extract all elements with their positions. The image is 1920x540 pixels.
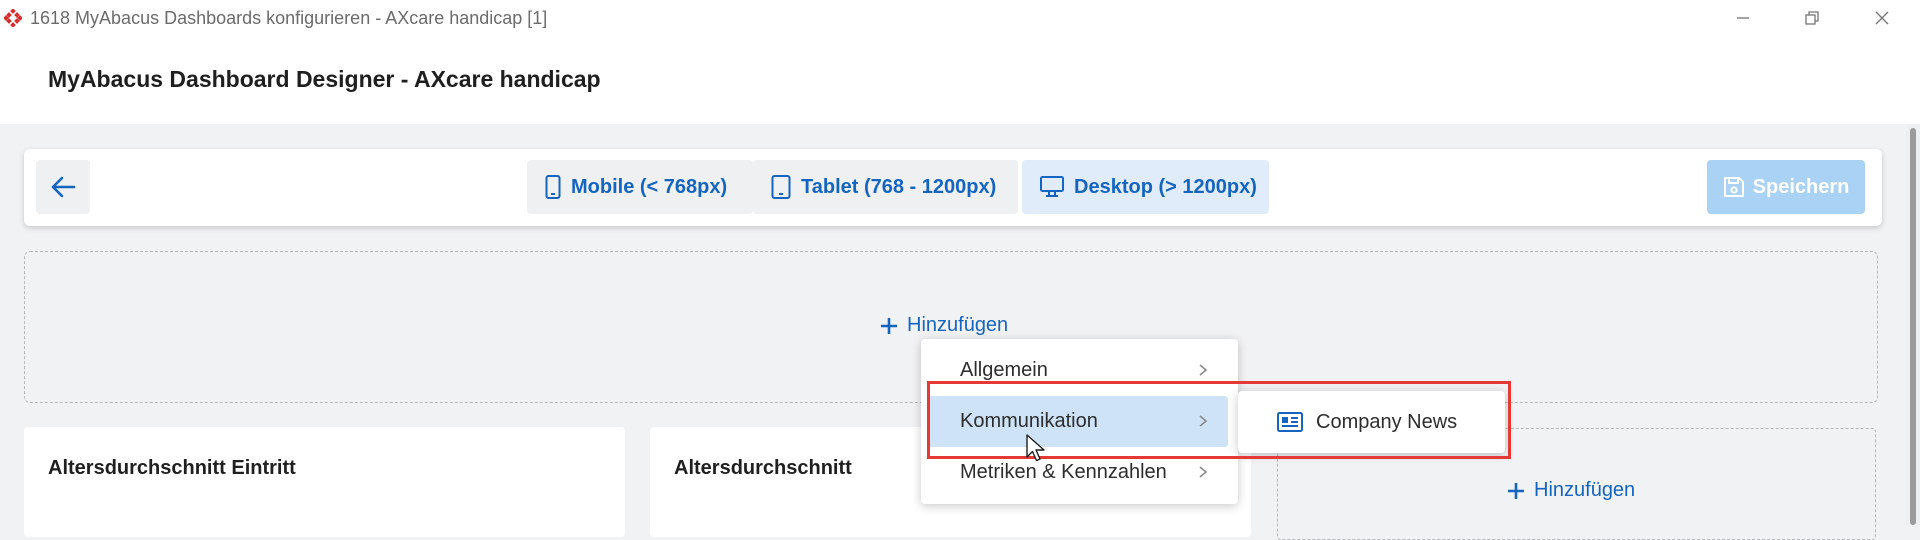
designer-toolbar: Mobile (< 768px) Tablet (768 - 1200px) D… — [24, 149, 1882, 226]
scrollbar[interactable] — [1906, 124, 1920, 525]
save-icon — [1723, 177, 1744, 197]
add-widget-menu: Allgemein Kommunikation Metriken & Kennz… — [921, 339, 1238, 504]
desktop-view-button[interactable]: Desktop (> 1200px) — [1022, 160, 1269, 214]
desktop-view-label: Desktop (> 1200px) — [1074, 175, 1257, 198]
restore-icon — [1805, 11, 1819, 25]
page-title: MyAbacus Dashboard Designer - AXcare han… — [48, 66, 601, 92]
menu-item-label: Metriken & Kennzahlen — [960, 461, 1167, 483]
plus-icon — [1508, 482, 1524, 499]
menu-item-allgemein[interactable]: Allgemein — [927, 345, 1228, 396]
mobile-view-button[interactable]: Mobile (< 768px) — [527, 160, 753, 214]
news-icon — [1277, 412, 1303, 432]
submenu-item-company-news[interactable]: Company News — [1238, 391, 1505, 453]
card-title: Altersdurchschnitt — [674, 457, 852, 479]
menu-item-label: Allgemein — [960, 359, 1048, 381]
save-button[interactable]: Speichern — [1707, 160, 1865, 214]
save-label: Speichern — [1752, 175, 1850, 198]
submenu-kommunikation: Company News — [1238, 391, 1505, 453]
scrollbar-thumb[interactable] — [1910, 128, 1916, 525]
minimize-button[interactable] — [1720, 0, 1766, 36]
submenu-item-label: Company News — [1316, 410, 1458, 433]
app-logo-icon — [4, 9, 22, 27]
mobile-icon — [545, 175, 561, 199]
widget-card[interactable]: Altersdurchschnitt Eintritt — [24, 427, 625, 537]
close-button[interactable] — [1859, 0, 1905, 36]
chevron-right-icon — [1199, 466, 1208, 478]
plus-icon — [881, 317, 897, 334]
add-widget-link[interactable]: Hinzufügen — [879, 314, 1008, 337]
card-title: Altersdurchschnitt Eintritt — [48, 457, 296, 479]
add-widget-label: Hinzufügen — [907, 314, 1009, 336]
add-widget-link[interactable]: Hinzufügen — [1506, 479, 1635, 502]
chevron-right-icon — [1199, 364, 1208, 376]
menu-item-kommunikation[interactable]: Kommunikation — [927, 396, 1228, 447]
window-titlebar: 1618 MyAbacus Dashboards konfigurieren -… — [0, 0, 1920, 36]
mouse-cursor-icon — [1026, 434, 1045, 462]
close-icon — [1875, 11, 1889, 25]
desktop-icon — [1040, 176, 1064, 197]
window-title: 1618 MyAbacus Dashboards konfigurieren -… — [30, 8, 548, 28]
tablet-view-label: Tablet (768 - 1200px) — [801, 175, 997, 198]
tablet-icon — [771, 175, 791, 199]
page-header: MyAbacus Dashboard Designer - AXcare han… — [0, 36, 1920, 124]
tablet-view-button[interactable]: Tablet (768 - 1200px) — [753, 160, 1018, 214]
menu-item-metriken[interactable]: Metriken & Kennzahlen — [927, 447, 1228, 498]
back-button[interactable] — [36, 160, 90, 214]
chevron-right-icon — [1199, 415, 1208, 427]
restore-button[interactable] — [1789, 0, 1835, 36]
minimize-icon — [1737, 17, 1749, 19]
menu-item-label: Kommunikation — [960, 410, 1098, 432]
arrow-left-icon — [51, 176, 76, 198]
add-widget-label: Hinzufügen — [1534, 479, 1636, 501]
mobile-view-label: Mobile (< 768px) — [571, 175, 728, 198]
